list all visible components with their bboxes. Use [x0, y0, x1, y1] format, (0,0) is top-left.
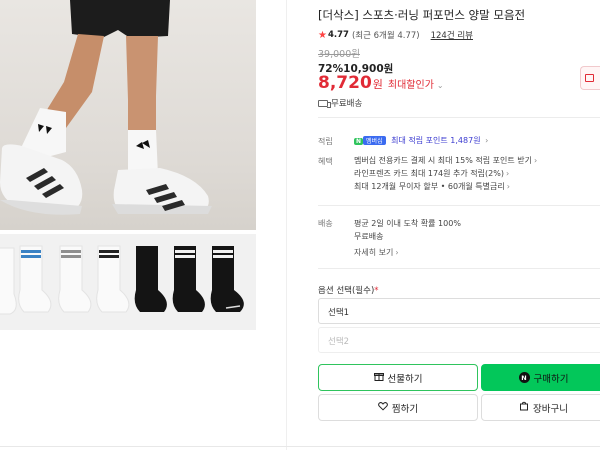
shipping-row: 무료배송	[318, 97, 362, 109]
original-price: 39,000원	[318, 49, 360, 60]
option-label-text: 옵션 선택	[318, 286, 352, 296]
option-select-1[interactable]: 선택1	[318, 298, 600, 324]
chevron-right-icon: ›	[506, 182, 510, 191]
rating-score: 4.77	[327, 30, 349, 40]
membership-badge: 멤버십	[363, 136, 386, 145]
option-label: 옵션 선택(필수)*	[318, 284, 379, 296]
max-discount-price-row[interactable]: 8,720 원 최대할인가 ⌄	[318, 73, 444, 93]
heart-icon	[378, 401, 388, 414]
gift-icon	[373, 371, 384, 384]
buy-button-label: 구매하기	[533, 373, 569, 385]
divider	[318, 205, 600, 206]
truck-icon	[318, 99, 331, 108]
delivery-free: 무료배송	[354, 232, 384, 241]
chevron-right-icon: ›	[395, 248, 399, 257]
naver-badge: N	[354, 138, 364, 145]
star-icon: ★	[318, 29, 327, 41]
sale-price: 8,720	[318, 73, 372, 93]
side-coupon-tab[interactable]	[580, 66, 600, 90]
chevron-right-icon: ›	[505, 169, 510, 178]
benefit-line-1[interactable]: 멤버십 전용카드 결제 시 최대 15% 적립 포인트 받기 ›	[354, 155, 537, 166]
benefits-label: 혜택	[318, 157, 333, 166]
required-asterisk: *	[374, 286, 379, 296]
column-divider	[286, 0, 287, 450]
naver-pay-icon: N	[518, 372, 530, 383]
option-select-2[interactable]: 선택2	[318, 327, 600, 353]
sale-price-unit: 원	[372, 78, 383, 91]
rating-row: ★ 4.77 (최근 6개월 4.77) 124건 리뷰	[318, 29, 473, 42]
gift-button-label: 선물하기	[387, 373, 423, 385]
cart-button-label: 장바구니	[533, 403, 568, 415]
chevron-down-icon[interactable]: ⌄	[437, 81, 444, 90]
wish-button[interactable]: 찜하기	[318, 394, 478, 421]
wish-button-label: 찜하기	[391, 403, 419, 415]
benefit-text: 최대 12개월 무이자 할부 • 60개월 특별금리	[354, 182, 505, 191]
shipping-label: 무료배송	[331, 99, 363, 109]
gift-button[interactable]: 선물하기	[318, 364, 478, 391]
divider	[318, 117, 600, 118]
delivery-probability: 평균 2일 이내 도착 확률 100%	[354, 219, 461, 228]
product-color-variants-image[interactable]	[0, 234, 256, 330]
buy-button[interactable]: N 구매하기	[481, 364, 600, 391]
benefit-text: 라인프렌즈 카드 최대 174원 추가 적립(2%)	[354, 169, 504, 178]
benefit-line-2[interactable]: 라인프렌즈 카드 최대 174원 추가 적립(2%) ›	[354, 168, 509, 179]
details-link[interactable]: 자세히 보기 ›	[354, 247, 399, 258]
cart-button[interactable]: 장바구니	[481, 394, 600, 421]
divider	[318, 268, 600, 269]
chevron-right-icon: ›	[533, 156, 538, 165]
rating-detail: (최근 6개월 4.77)	[351, 31, 420, 41]
product-info-panel: [더삭스] 스포츠·러닝 퍼포먼스 양말 모음전 ★ 4.77 (최근 6개월 …	[318, 0, 600, 450]
cart-icon	[519, 401, 529, 414]
review-count-link[interactable]: 124건 리뷰	[431, 29, 473, 41]
points-row[interactable]: N 멤버십 최대 적립 포인트 1,487원 ›	[354, 135, 488, 146]
max-discount-label: 최대할인가	[387, 80, 434, 91]
coupon-icon	[585, 74, 594, 82]
option-required-text: (필수)	[351, 286, 375, 296]
product-main-image[interactable]	[0, 0, 256, 230]
product-title: [더삭스] 스포츠·러닝 퍼포먼스 양말 모음전	[318, 8, 526, 22]
benefit-line-3[interactable]: 최대 12개월 무이자 할부 • 60개월 특별금리 ›	[354, 181, 510, 192]
chevron-right-icon: ›	[485, 136, 489, 145]
details-link-text: 자세히 보기	[354, 248, 394, 257]
socks-runner-photo	[0, 0, 212, 215]
socks-lineup-photo	[0, 245, 244, 315]
divider	[0, 446, 600, 447]
max-points-text: 최대 적립 포인트 1,487원	[391, 136, 481, 145]
benefit-text: 멤버십 전용카드 결제 시 최대 15% 적립 포인트 받기	[354, 156, 532, 165]
points-label: 적립	[318, 137, 333, 146]
delivery-label: 배송	[318, 219, 333, 228]
